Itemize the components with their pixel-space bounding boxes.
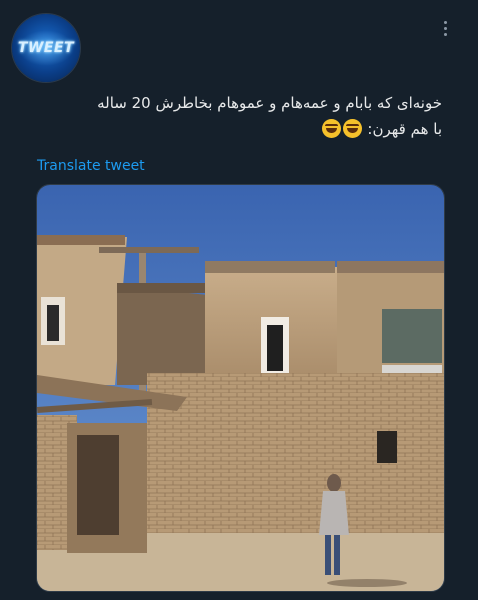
tweet-text-line-2: با هم قهرن: <box>42 116 442 142</box>
tweet-text-line-2-words: با هم قهرن: <box>367 120 442 138</box>
laughing-emoji-icon <box>321 119 341 138</box>
translate-tweet-link[interactable]: Translate tweet <box>37 158 145 174</box>
tweet-text-line-1: خونه‌ای که بابام و عمه‌هام و عموهام بخاط… <box>97 94 442 112</box>
laughing-emoji-icon <box>342 119 362 138</box>
mudbrick-house-photo-icon <box>37 185 444 591</box>
tweet-text: خونه‌ای که بابام و عمه‌هام و عموهام بخاط… <box>42 90 442 142</box>
avatar-logo-text: TWEET <box>17 40 75 56</box>
tweet-media-photo[interactable] <box>36 184 445 592</box>
more-options-icon[interactable] <box>440 18 450 40</box>
author-avatar[interactable]: TWEET <box>12 14 80 82</box>
